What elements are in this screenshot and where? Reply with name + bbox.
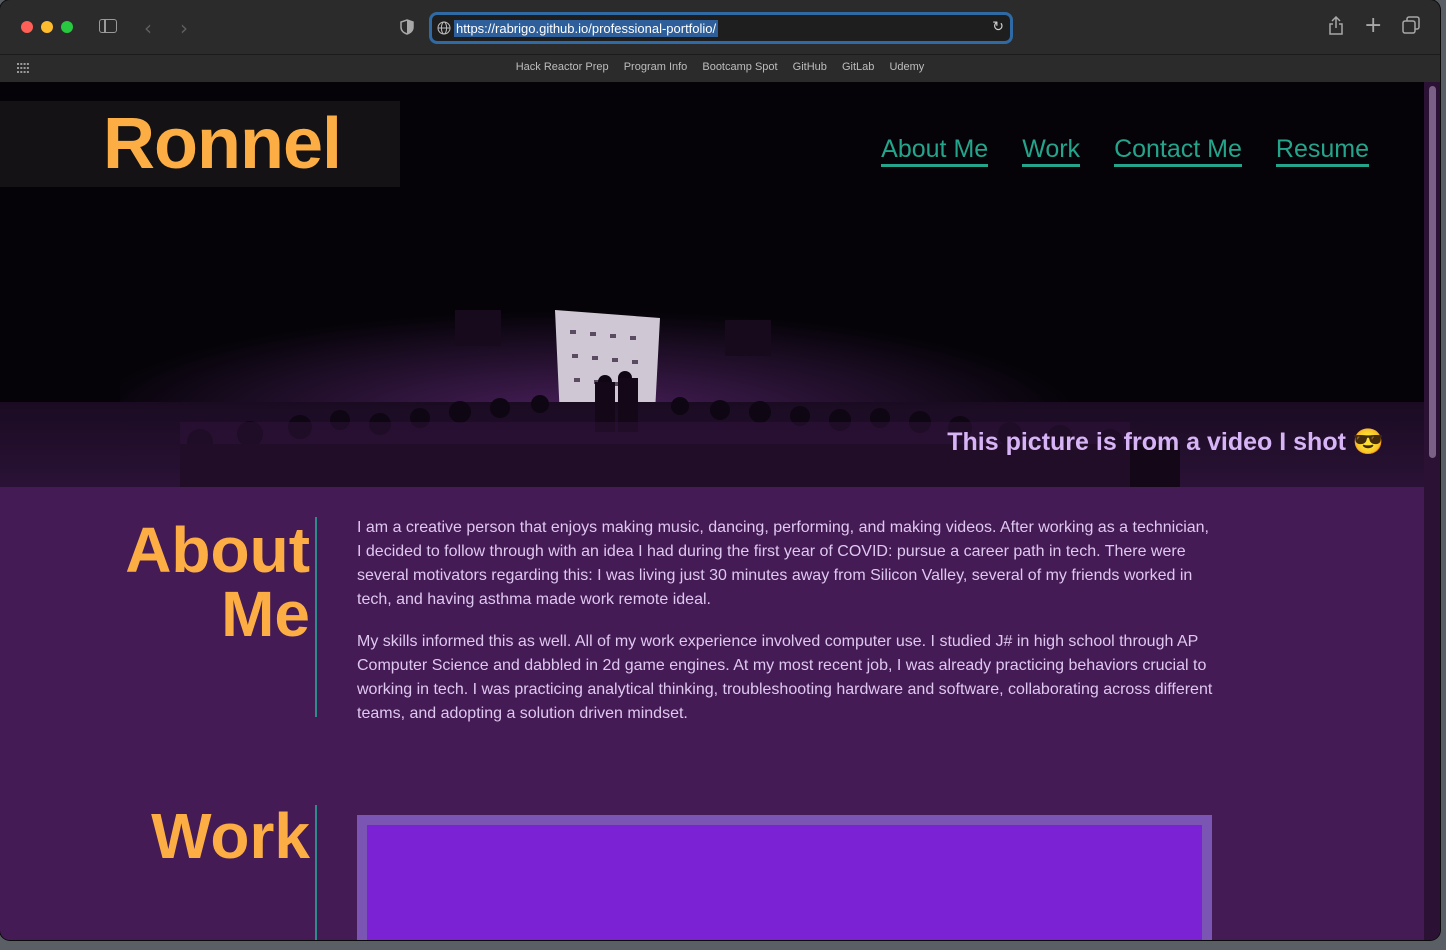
share-icon[interactable] bbox=[1328, 16, 1344, 36]
bookmark-github[interactable]: GitHub bbox=[793, 61, 827, 73]
reload-icon[interactable]: ↻ bbox=[992, 19, 1004, 35]
url-text[interactable]: https://rabrigo.github.io/professional-p… bbox=[454, 20, 719, 37]
bookmarks-list: Hack Reactor Prep Program Info Bootcamp … bbox=[0, 61, 1440, 73]
work-heading: Work bbox=[151, 800, 310, 872]
privacy-shield-icon[interactable] bbox=[400, 19, 414, 35]
scrollbar-thumb[interactable] bbox=[1429, 86, 1436, 458]
main-nav: About Me Work Contact Me Resume bbox=[847, 134, 1369, 167]
brand-name[interactable]: Ronnel bbox=[103, 104, 342, 184]
bookmark-hack-reactor-prep[interactable]: Hack Reactor Prep bbox=[516, 61, 609, 73]
bookmark-program-info[interactable]: Program Info bbox=[624, 61, 688, 73]
about-me-heading: About Me bbox=[125, 518, 310, 646]
back-arrow-icon[interactable]: ‹ bbox=[144, 16, 152, 40]
nav-link-resume[interactable]: Resume bbox=[1275, 134, 1369, 167]
hero-caption: This picture is from a video I shot 😎 bbox=[947, 428, 1384, 456]
about-paragraph-1: I am a creative person that enjoys makin… bbox=[357, 519, 1209, 608]
about-divider bbox=[315, 517, 317, 717]
new-tab-plus-icon[interactable]: + bbox=[1364, 13, 1382, 38]
hero-banner: Ronnel About Me Work Contact Me Resume This… bbox=[0, 82, 1424, 487]
nav-link-work[interactable]: Work bbox=[1022, 134, 1081, 167]
bookmark-udemy[interactable]: Udemy bbox=[889, 61, 924, 73]
bookmarks-bar: Hack Reactor Prep Program Info Bootcamp … bbox=[0, 54, 1440, 82]
about-paragraph-2: My skills informed this as well. All of … bbox=[357, 633, 1213, 722]
close-window-button[interactable] bbox=[21, 21, 33, 33]
work-project-card[interactable] bbox=[357, 815, 1212, 940]
address-bar[interactable]: https://rabrigo.github.io/professional-p… bbox=[429, 12, 1013, 44]
work-project-image[interactable] bbox=[367, 825, 1202, 940]
page-viewport: Ronnel About Me Work Contact Me Resume This… bbox=[0, 82, 1440, 940]
brand-block: Ronnel bbox=[0, 101, 400, 187]
minimize-window-button[interactable] bbox=[41, 21, 53, 33]
nav-link-about-me[interactable]: About Me bbox=[881, 134, 989, 167]
work-divider bbox=[315, 805, 317, 940]
forward-arrow-icon[interactable]: › bbox=[180, 16, 188, 40]
bookmark-bootcamp-spot[interactable]: Bootcamp Spot bbox=[702, 61, 777, 73]
zoom-window-button[interactable] bbox=[61, 21, 73, 33]
globe-icon bbox=[437, 21, 451, 35]
about-heading-line1: About bbox=[125, 514, 310, 586]
browser-toolbar: ‹ › https://rabrigo.github.io/profession… bbox=[0, 0, 1440, 54]
about-heading-line2: Me bbox=[221, 578, 310, 650]
about-body: I am a creative person that enjoys makin… bbox=[357, 516, 1217, 744]
nav-link-contact-me[interactable]: Contact Me bbox=[1114, 134, 1242, 167]
bookmark-gitlab[interactable]: GitLab bbox=[842, 61, 874, 73]
browser-window: ‹ › https://rabrigo.github.io/profession… bbox=[0, 0, 1440, 940]
sidebar-toggle-icon[interactable] bbox=[99, 19, 117, 33]
page-scrollbar[interactable] bbox=[1424, 82, 1440, 940]
tab-overview-icon[interactable] bbox=[1402, 16, 1420, 34]
